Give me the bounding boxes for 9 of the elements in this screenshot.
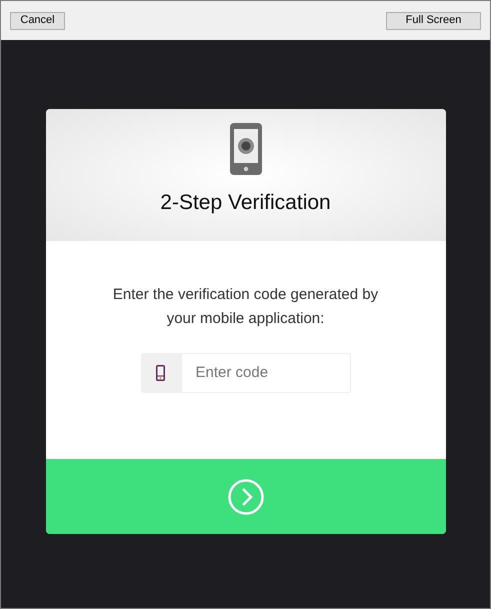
phone-icon bbox=[156, 365, 165, 381]
cancel-button[interactable]: Cancel bbox=[10, 12, 65, 30]
dialog-title: 2-Step Verification bbox=[160, 190, 331, 216]
instructions-text: Enter the verification code generated by your mobile application: bbox=[112, 285, 380, 329]
phone-icon bbox=[230, 123, 262, 175]
code-field[interactable]: Enter code bbox=[180, 353, 350, 393]
submit-bar[interactable] bbox=[46, 459, 446, 534]
full-screen-button[interactable]: Full Screen bbox=[386, 12, 481, 30]
arrow-circle-icon bbox=[228, 478, 264, 514]
